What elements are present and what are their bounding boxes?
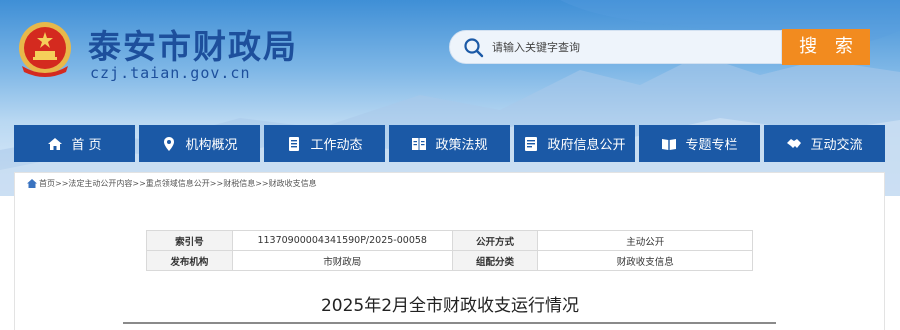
search-icon xyxy=(463,37,485,59)
site-domain: czj.taian.gov.cn xyxy=(90,64,251,82)
breadcrumb-text[interactable]: 首页>>法定主动公开内容>>重点领域信息公开>>财税信息>>财政收支信息 xyxy=(39,178,317,189)
breadcrumb[interactable]: 首页>>法定主动公开内容>>重点领域信息公开>>财税信息>>财政收支信息 xyxy=(27,178,317,189)
search-input[interactable] xyxy=(492,36,772,58)
table-row: 发布机构 市财政局 组配分类 财政收支信息 xyxy=(146,250,753,271)
nav-special-topics[interactable]: 专题专栏 xyxy=(639,125,760,162)
home-icon xyxy=(47,136,63,152)
list-icon xyxy=(523,136,539,152)
nav-label: 政府信息公开 xyxy=(547,138,626,153)
nav-label: 机构概况 xyxy=(185,138,238,153)
nav-interaction[interactable]: 互动交流 xyxy=(764,125,885,162)
index-label: 索引号 xyxy=(146,230,233,251)
table-row: 索引号 11370900004341590P/2025-00058 公开方式 主… xyxy=(146,230,753,251)
site-title[interactable]: 泰安市财政局 xyxy=(88,20,298,68)
document-icon xyxy=(286,136,302,152)
location-pin-icon xyxy=(161,136,177,152)
category-label: 组配分类 xyxy=(451,250,539,271)
document-meta-table: 索引号 11370900004341590P/2025-00058 公开方式 主… xyxy=(146,230,753,271)
nav-label: 工作动态 xyxy=(310,138,363,153)
nav-home[interactable]: 首 页 xyxy=(14,125,135,162)
national-emblem-icon[interactable] xyxy=(14,18,76,80)
article-title: 2025年2月全市财政收支运行情况 xyxy=(320,296,580,316)
book-icon xyxy=(411,136,427,152)
index-value: 11370900004341590P/2025-00058 xyxy=(231,230,453,251)
title-divider xyxy=(123,322,776,324)
nav-work-news[interactable]: 工作动态 xyxy=(264,125,385,162)
nav-policies[interactable]: 政策法规 xyxy=(389,125,510,162)
publisher-value: 市财政局 xyxy=(231,250,453,271)
disclosure-label: 公开方式 xyxy=(451,230,539,251)
nav-gov-info-disclosure[interactable]: 政府信息公开 xyxy=(514,125,635,162)
nav-label: 互动交流 xyxy=(810,138,863,153)
category-value: 财政收支信息 xyxy=(537,250,753,271)
nav-org-overview[interactable]: 机构概况 xyxy=(139,125,260,162)
search-button[interactable]: 搜 索 xyxy=(782,29,870,65)
home-icon xyxy=(27,179,37,188)
disclosure-value: 主动公开 xyxy=(537,230,753,251)
nav-label: 政策法规 xyxy=(435,138,488,153)
main-nav: 首 页 机构概况 工作动态 政策法规 政府信息公开 专题专栏 互动交流 xyxy=(14,125,885,162)
handshake-icon xyxy=(786,136,802,152)
site-header: 泰安市财政局 czj.taian.gov.cn 搜 索 xyxy=(0,0,900,196)
nav-label: 专题专栏 xyxy=(685,138,738,153)
nav-label: 首 页 xyxy=(71,138,102,153)
open-book-icon xyxy=(661,136,677,152)
publisher-label: 发布机构 xyxy=(146,250,233,271)
